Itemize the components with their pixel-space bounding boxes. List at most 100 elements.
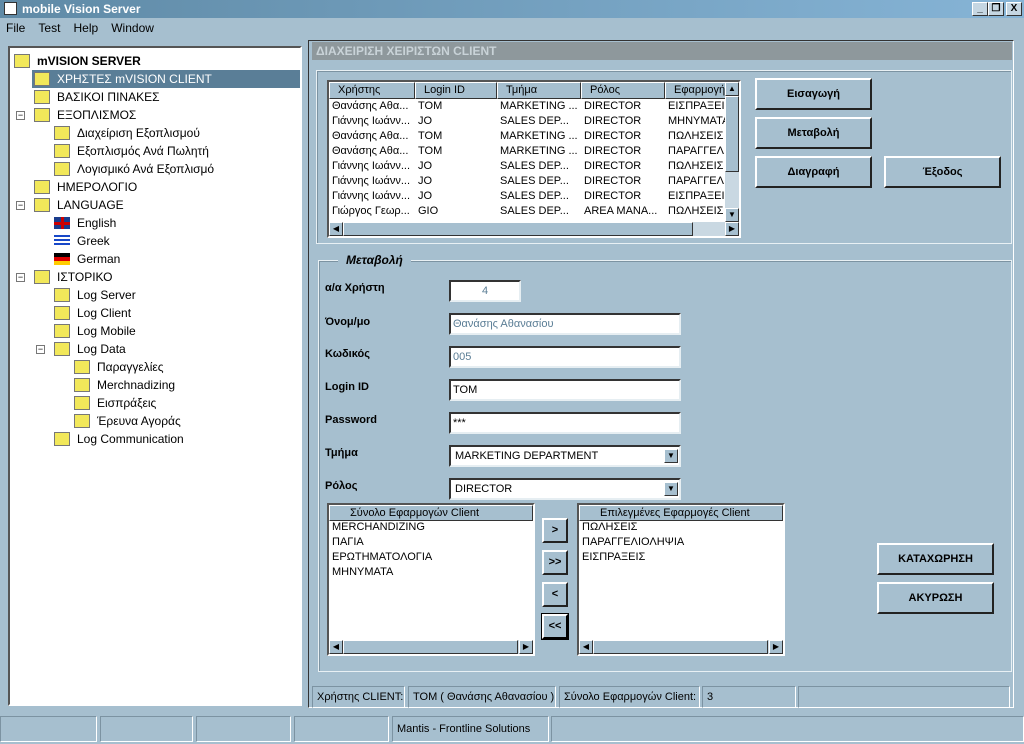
all-apps-list[interactable]: Σύνολο Εφαρμογών Client MERCHANDIZING ΠΑΓΙ… [327, 503, 535, 656]
table-cell[interactable]: JO [418, 115, 496, 130]
selected-apps-list[interactable]: Επιλεγμένες Εφαρμογές Client ΠΩΛΗΣΕΙΣ ΠΑΡΑ… [577, 503, 785, 656]
list-item[interactable]: ΜΗΝΥΜΑΤΑ [329, 566, 533, 581]
scroll-left-icon[interactable]: ◀ [329, 222, 343, 236]
column-header[interactable]: Τμήμα [497, 82, 581, 99]
table-cell[interactable]: AREA MANA... [584, 205, 664, 220]
horizontal-scrollbar[interactable]: ◀ ▶ [579, 640, 783, 654]
table-cell[interactable]: JO [418, 190, 496, 205]
tree-item[interactable]: Λογισμικό Ανά Εξοπλισμό [10, 160, 300, 178]
menu-window[interactable]: Window [111, 21, 154, 35]
table-cell[interactable]: ΠΑΡΑΓΓΕΛΙ [668, 175, 728, 190]
column-header[interactable]: Εφαρμογή C [665, 82, 729, 99]
table-cell[interactable]: Γιώργος Γεωρ... [332, 205, 414, 220]
column-header[interactable]: Ρόλος [581, 82, 665, 99]
column-header[interactable]: Login ID [415, 82, 497, 99]
collapse-icon[interactable]: − [16, 111, 25, 120]
table-cell[interactable]: DIRECTOR [584, 100, 664, 115]
tree-item[interactable]: English [10, 214, 300, 232]
list-item[interactable]: ΠΩΛΗΣΕΙΣ [579, 521, 783, 536]
table-cell[interactable]: Γιάννης Ιωάνν... [332, 115, 414, 130]
table-cell[interactable]: SALES DEP... [500, 115, 580, 130]
table-cell[interactable]: SALES DEP... [500, 175, 580, 190]
remove-app-button[interactable]: < [542, 582, 568, 607]
scroll-right-icon[interactable]: ▶ [725, 222, 739, 236]
scrollbar-thumb[interactable] [343, 222, 693, 236]
tree-item[interactable]: ΧΡΗΣΤΕΣ mVISION CLIENT [32, 70, 300, 88]
table-cell[interactable]: DIRECTOR [584, 190, 664, 205]
scroll-up-icon[interactable]: ▲ [725, 82, 739, 96]
tree-item[interactable]: mVISION SERVER [10, 52, 300, 70]
table-cell[interactable]: SALES DEP... [500, 160, 580, 175]
table-cell[interactable]: ΠΩΛΗΣΕΙΣ [668, 130, 728, 145]
close-button[interactable]: X [1006, 2, 1022, 16]
table-cell[interactable]: ΕΙΣΠΡΑΞΕΙΣ [668, 190, 728, 205]
tree-item[interactable]: Merchnadizing [10, 376, 300, 394]
add-all-apps-button[interactable]: >> [542, 550, 568, 575]
tree-item[interactable]: − ΕΞΟΠΛΙΣΜΟΣ [10, 106, 300, 124]
table-cell[interactable]: GIO [418, 205, 496, 220]
tree-item[interactable]: Log Mobile [10, 322, 300, 340]
table-cell[interactable]: SALES DEP... [500, 205, 580, 220]
tree-item[interactable]: Παραγγελίες [10, 358, 300, 376]
table-cell[interactable]: TOM [418, 100, 496, 115]
table-cell[interactable]: SALES DEP... [500, 190, 580, 205]
menu-help[interactable]: Help [73, 21, 98, 35]
restore-button[interactable]: ❐ [988, 2, 1004, 16]
tree-item[interactable]: German [10, 250, 300, 268]
minimize-button[interactable]: _ [972, 2, 988, 16]
table-cell[interactable]: TOM [418, 130, 496, 145]
role-select[interactable]: DIRECTOR ▼ [449, 478, 681, 500]
table-cell[interactable]: Θανάσης Αθα... [332, 100, 414, 115]
table-cell[interactable]: ΠΩΛΗΣΕΙΣ [668, 205, 728, 220]
table-cell[interactable]: Θανάσης Αθα... [332, 145, 414, 160]
tree-item[interactable]: ΒΑΣΙΚΟΙ ΠΙΝΑΚΕΣ [10, 88, 300, 106]
collapse-icon[interactable]: − [16, 201, 25, 210]
list-item[interactable]: ΠΑΡΑΓΓΕΛΙΟΛΗΨΙΑ [579, 536, 783, 551]
scrollbar-thumb[interactable] [593, 640, 768, 654]
table-cell[interactable]: Θανάσης Αθα... [332, 130, 414, 145]
table-cell[interactable]: MARKETING ... [500, 145, 580, 160]
table-cell[interactable]: MARKETING ... [500, 100, 580, 115]
delete-button[interactable]: Διαγραφή [755, 156, 872, 188]
vertical-scrollbar[interactable]: ▲ ▼ [725, 82, 739, 222]
scroll-right-icon[interactable]: ▶ [769, 640, 783, 654]
chevron-down-icon[interactable]: ▼ [664, 449, 678, 463]
tree-item[interactable]: Εξοπλισμός Ανά Πωλητή [10, 142, 300, 160]
table-cell[interactable]: DIRECTOR [584, 160, 664, 175]
table-cell[interactable]: DIRECTOR [584, 145, 664, 160]
tree-item[interactable]: Log Client [10, 304, 300, 322]
table-cell[interactable]: TOM [418, 145, 496, 160]
tree-item[interactable]: Log Communication [10, 430, 300, 448]
modify-button[interactable]: Μεταβολή [755, 117, 872, 149]
scroll-left-icon[interactable]: ◀ [329, 640, 343, 654]
scrollbar-thumb[interactable] [725, 96, 739, 172]
table-cell[interactable]: MARKETING ... [500, 130, 580, 145]
table-cell[interactable]: ΜΗΝΥΜΑΤΑ [668, 115, 728, 130]
scrollbar-thumb[interactable] [343, 640, 518, 654]
table-cell[interactable]: DIRECTOR [584, 175, 664, 190]
code-field[interactable]: 005 [449, 346, 681, 368]
tree-item[interactable]: Εισπράξεις [10, 394, 300, 412]
tree-item[interactable]: Έρευνα Αγοράς [10, 412, 300, 430]
list-item[interactable]: ΕΙΣΠΡΑΞΕΙΣ [579, 551, 783, 566]
tree-item[interactable]: Log Server [10, 286, 300, 304]
save-button[interactable]: ΚΑΤΑΧΩΡΗΣΗ [877, 543, 994, 575]
remove-all-apps-button[interactable]: << [541, 613, 569, 640]
menu-test[interactable]: Test [38, 21, 60, 35]
table-cell[interactable]: Γιάννης Ιωάνν... [332, 175, 414, 190]
users-table[interactable]: ΧρήστηςLogin IDΤμήμαΡόλοςΕφαρμογή C Θανάσ… [327, 80, 741, 238]
exit-button[interactable]: Έξοδος [884, 156, 1001, 188]
name-field[interactable]: Θανάσης Αθανασίου [449, 313, 681, 335]
horizontal-scrollbar[interactable]: ◀ ▶ [329, 222, 739, 236]
scroll-down-icon[interactable]: ▼ [725, 208, 739, 222]
tree-item[interactable]: − LANGUAGE [10, 196, 300, 214]
department-select[interactable]: MARKETING DEPARTMENT ▼ [449, 445, 681, 467]
table-cell[interactable]: ΠΑΡΑΓΓΕΛΙ [668, 145, 728, 160]
cancel-button[interactable]: ΑΚΥΡΩΣΗ [877, 582, 994, 614]
insert-button[interactable]: Εισαγωγή [755, 78, 872, 110]
table-cell[interactable]: ΠΩΛΗΣΕΙΣ [668, 160, 728, 175]
scroll-right-icon[interactable]: ▶ [519, 640, 533, 654]
chevron-down-icon[interactable]: ▼ [664, 482, 678, 496]
list-item[interactable]: ΠΑΓΙΑ [329, 536, 533, 551]
tree-item[interactable]: − Log Data [10, 340, 300, 358]
